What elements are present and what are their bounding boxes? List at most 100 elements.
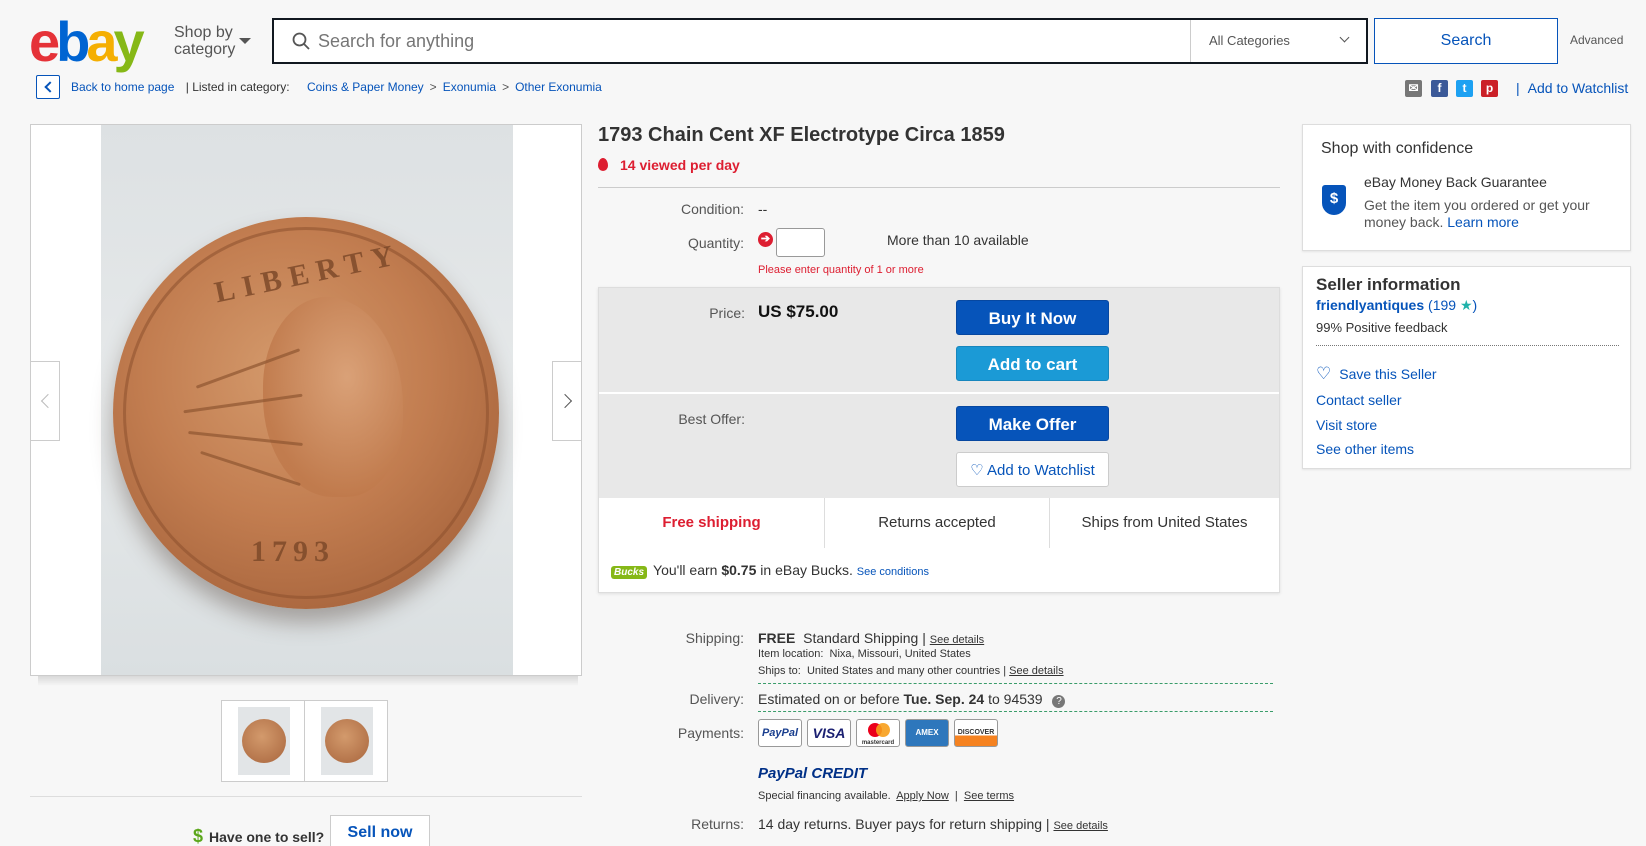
ships-from-feature: Ships from United States [1050,498,1279,548]
chevron-down-icon [1339,32,1350,43]
chevron-left-icon [44,81,56,93]
guarantee-title: eBay Money Back Guarantee [1364,174,1547,190]
available-count: More than 10 available [887,232,1029,248]
guarantee-description: Get the item you ordered or get your mon… [1364,197,1590,230]
shop-by-category-button[interactable]: Shop by category [174,24,251,58]
sell-now-button[interactable]: Sell now [330,815,430,846]
save-seller-link[interactable]: ♡ Save this Seller [1316,364,1437,384]
purchase-box: Price: US $75.00 Buy It Now Add to cart … [598,287,1280,593]
divider [598,187,1280,188]
item-location: Item location: Nixa, Missouri, United St… [758,648,971,660]
visa-icon: VISA [807,719,851,747]
pinterest-icon[interactable]: p [1481,80,1498,97]
caret-down-icon [239,38,251,44]
delivery-label: Delivery: [689,691,744,707]
price-value: US $75.00 [758,302,839,321]
ebay-bucks: Bucks You'll earn $0.75 in eBay Bucks. Se… [611,562,929,579]
back-button[interactable] [36,75,60,99]
best-offer-label: Best Offer: [678,411,745,427]
divider [758,711,1273,712]
money-back-shield-icon: $ [1322,185,1346,215]
chevron-right-icon [557,393,573,409]
paypal-credit-logo: PayPal CREDIT [758,765,868,782]
error-arrow-icon: ➔ [758,232,773,247]
facebook-icon[interactable]: f [1431,80,1448,97]
thumbnail-2[interactable] [305,701,388,781]
email-icon[interactable]: ✉ [1405,80,1422,97]
add-to-cart-button[interactable]: Add to cart [956,346,1109,381]
discover-icon: DISCOVER [954,719,998,747]
prev-image-button[interactable] [31,361,60,441]
advanced-search-link[interactable]: Advanced [1570,33,1623,47]
buy-it-now-button[interactable]: Buy It Now [956,300,1109,335]
divider [758,683,1273,684]
payments-label: Payments: [677,725,744,741]
shop-by-label: Shop by [174,24,233,41]
breadcrumb-exonumia[interactable]: Exonumia [443,80,496,94]
thumbnail-1[interactable] [222,701,305,781]
shipping-see-details-link[interactable]: See details [930,634,984,646]
feedback-count-link[interactable]: 199 [1433,297,1456,313]
financing-info: Special financing available. Apply Now |… [758,790,1015,802]
returns-accepted-feature: Returns accepted [825,498,1050,548]
see-other-items-link[interactable]: See other items [1316,441,1414,457]
delivery-estimate: Estimated on or before Tue. Sep. 24 to 9… [758,691,1066,708]
fire-icon [598,158,608,171]
heart-icon: ♡ [1316,364,1332,383]
add-to-watchlist-button[interactable]: ♡ Add to Watchlist [956,452,1109,487]
main-image-viewer[interactable]: LIBERTY 1793 [30,124,582,676]
seller-name-row: friendlyantiques (199 ★) [1316,297,1478,313]
condition-value: -- [758,201,768,217]
seller-name-link[interactable]: friendlyantiques [1316,297,1424,313]
amex-icon: AMEX [905,719,949,747]
search-input[interactable] [318,28,1138,54]
views-per-day: 14 viewed per day [598,157,740,173]
divider [30,796,582,797]
twitter-icon[interactable]: t [1456,80,1473,97]
category-select[interactable]: All Categories [1190,20,1366,62]
coin-image: LIBERTY 1793 [113,217,499,609]
visit-store-link[interactable]: Visit store [1316,417,1377,433]
search-icon [292,32,310,50]
divider [1316,345,1619,346]
learn-more-link[interactable]: Learn more [1447,214,1519,230]
search-bar: All Categories [272,18,1368,64]
shipping-info: FREE Standard Shipping | See details [758,630,985,646]
back-to-home-link[interactable]: Back to home page [71,80,174,94]
star-icon: ★ [1459,297,1473,313]
help-icon[interactable]: ? [1052,695,1066,708]
returns-see-details-link[interactable]: See details [1053,820,1107,832]
see-terms-link[interactable]: See terms [964,790,1014,802]
quantity-error-message: Please enter quantity of 1 or more [758,264,924,276]
see-conditions-link[interactable]: See conditions [857,566,929,578]
ebay-logo[interactable]: ebay [29,12,145,72]
category-select-value: All Categories [1209,33,1290,48]
make-offer-button[interactable]: Make Offer [956,406,1109,441]
shipping-label: Shipping: [685,630,744,646]
chevron-left-icon [40,393,56,409]
returns-label: Returns: [691,816,744,832]
returns-info: 14 day returns. Buyer pays for return sh… [758,816,1108,832]
breadcrumb-coins-paper-money[interactable]: Coins & Paper Money [307,80,424,94]
have-one-to-sell: $ Have one to sell? [193,826,325,846]
confidence-title: Shop with confidence [1321,140,1474,157]
positive-feedback: 99% Positive feedback [1316,320,1448,335]
listed-in-label: | Listed in category: [185,80,290,94]
quantity-input[interactable] [776,228,825,257]
coin-date: 1793 [251,535,335,568]
heart-icon: ♡ [970,462,984,479]
apply-now-link[interactable]: Apply Now [896,790,949,802]
category-label: category [174,41,236,58]
add-to-watchlist-top-link[interactable]: | Add to Watchlist [1516,80,1628,96]
paypal-icon: PayPal [758,719,802,747]
ships-to-see-details-link[interactable]: See details [1009,665,1063,677]
search-button[interactable]: Search [1374,18,1558,64]
listing-title: 1793 Chain Cent XF Electrotype Circa 185… [598,124,1005,146]
dollar-icon: $ [193,826,204,846]
contact-seller-link[interactable]: Contact seller [1316,392,1402,408]
bucks-logo: Bucks [611,566,648,579]
breadcrumb-other-exonumia[interactable]: Other Exonumia [515,80,602,94]
next-image-button[interactable] [552,361,581,441]
breadcrumb: Back to home page | Listed in category: … [71,80,602,94]
free-shipping-feature: Free shipping [599,498,825,548]
